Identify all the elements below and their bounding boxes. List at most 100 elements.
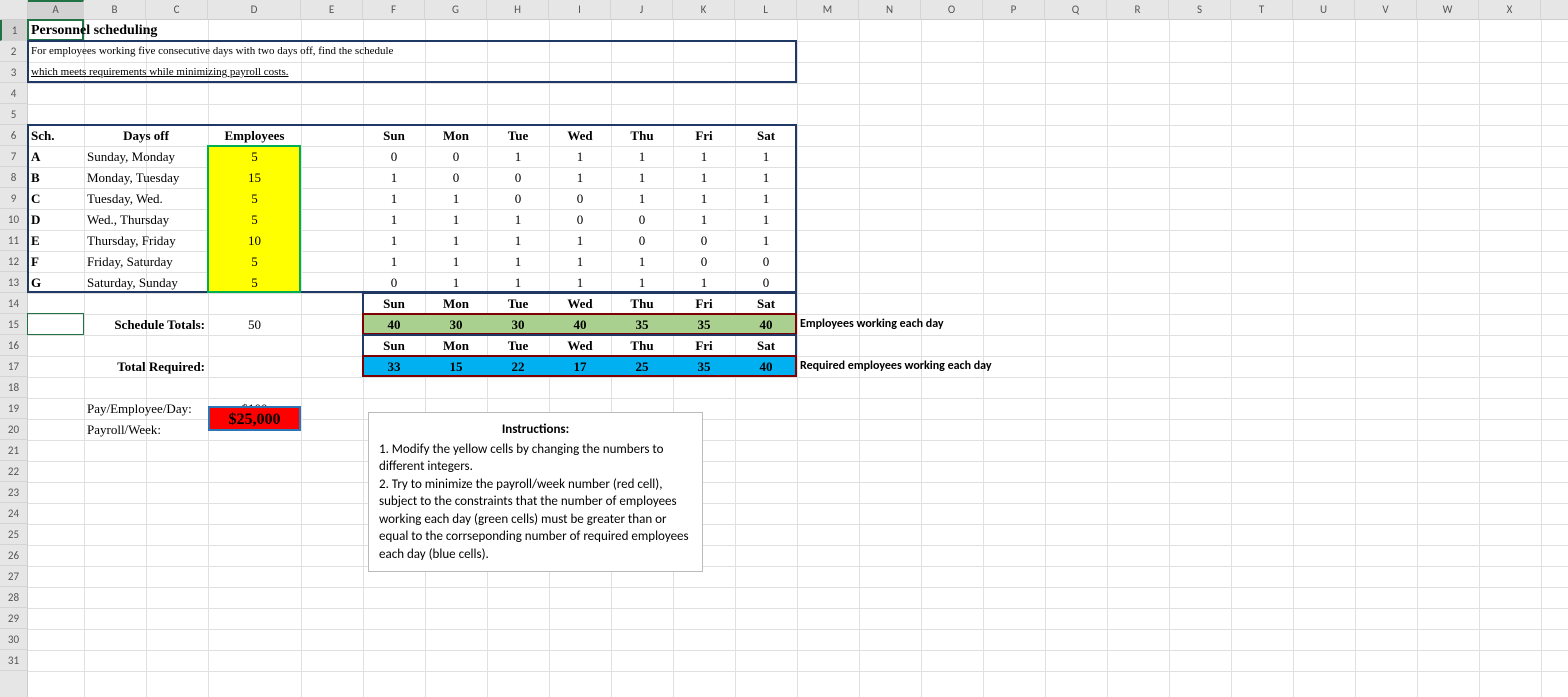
col-header-Q[interactable]: Q (1045, 0, 1107, 20)
req-0[interactable]: 33 (363, 356, 425, 377)
row-header-19[interactable]: 19 (0, 398, 27, 419)
val-C-2[interactable]: 0 (487, 188, 549, 209)
tot-5[interactable]: 35 (673, 314, 735, 335)
val-C-6[interactable]: 1 (735, 188, 797, 209)
val-G-1[interactable]: 1 (425, 272, 487, 293)
val-F-2[interactable]: 1 (487, 251, 549, 272)
sched-F[interactable]: F (28, 251, 84, 272)
row-header-26[interactable]: 26 (0, 545, 27, 566)
tot-hdr-Thu[interactable]: Thu (611, 293, 673, 314)
val-A-6[interactable]: 1 (735, 146, 797, 167)
tot-3[interactable]: 40 (549, 314, 611, 335)
col-header-W[interactable]: W (1417, 0, 1479, 20)
tot-2[interactable]: 30 (487, 314, 549, 335)
tot-hdr-Tue[interactable]: Tue (487, 293, 549, 314)
val-B-3[interactable]: 1 (549, 167, 611, 188)
col-header-A[interactable]: A (28, 0, 84, 20)
val-G-6[interactable]: 0 (735, 272, 797, 293)
pay-label[interactable]: Pay/Employee/Day: (84, 398, 208, 419)
col-header-V[interactable]: V (1355, 0, 1417, 20)
val-E-6[interactable]: 1 (735, 230, 797, 251)
val-B-2[interactable]: 0 (487, 167, 549, 188)
tot-hdr-Sat[interactable]: Sat (735, 293, 797, 314)
daysoff-C[interactable]: Tuesday, Wed. (84, 188, 208, 209)
desc-line-1[interactable]: For employees working five consecutive d… (28, 41, 628, 62)
hdr-day-Sat[interactable]: Sat (735, 125, 797, 146)
sched-A[interactable]: A (28, 146, 84, 167)
tot-hdr-Mon[interactable]: Mon (425, 293, 487, 314)
payroll-label[interactable]: Payroll/Week: (84, 419, 208, 440)
val-A-1[interactable]: 0 (425, 146, 487, 167)
col-header-C[interactable]: C (146, 0, 208, 20)
row-header-17[interactable]: 17 (0, 356, 27, 377)
val-A-4[interactable]: 1 (611, 146, 673, 167)
hdr-day-Thu[interactable]: Thu (611, 125, 673, 146)
emp-F[interactable]: 5 (208, 251, 301, 272)
row-header-1[interactable]: 1 (0, 20, 27, 41)
req-label[interactable]: Total Required: (84, 356, 208, 377)
req-4[interactable]: 25 (611, 356, 673, 377)
val-C-1[interactable]: 1 (425, 188, 487, 209)
val-D-1[interactable]: 1 (425, 209, 487, 230)
val-F-4[interactable]: 1 (611, 251, 673, 272)
col-header-O[interactable]: O (921, 0, 983, 20)
emp-G[interactable]: 5 (208, 272, 301, 293)
col-header-N[interactable]: N (859, 0, 921, 20)
val-D-2[interactable]: 1 (487, 209, 549, 230)
sched-D[interactable]: D (28, 209, 84, 230)
emp-B[interactable]: 15 (208, 167, 301, 188)
col-header-M[interactable]: M (797, 0, 859, 20)
req-hdr-Tue[interactable]: Tue (487, 335, 549, 356)
req-hdr-Mon[interactable]: Mon (425, 335, 487, 356)
daysoff-F[interactable]: Friday, Saturday (84, 251, 208, 272)
val-D-0[interactable]: 1 (363, 209, 425, 230)
req-1[interactable]: 15 (425, 356, 487, 377)
req-hdr-Sat[interactable]: Sat (735, 335, 797, 356)
val-B-4[interactable]: 1 (611, 167, 673, 188)
val-G-5[interactable]: 1 (673, 272, 735, 293)
emp-C[interactable]: 5 (208, 188, 301, 209)
row-header-3[interactable]: 3 (0, 62, 27, 83)
emp-A[interactable]: 5 (208, 146, 301, 167)
col-header-D[interactable]: D (208, 0, 301, 20)
row-header-29[interactable]: 29 (0, 608, 27, 629)
row-header-23[interactable]: 23 (0, 482, 27, 503)
req-6[interactable]: 40 (735, 356, 797, 377)
daysoff-E[interactable]: Thursday, Friday (84, 230, 208, 251)
row-header-21[interactable]: 21 (0, 440, 27, 461)
row-header-14[interactable]: 14 (0, 293, 27, 314)
tot-4[interactable]: 35 (611, 314, 673, 335)
row-header-11[interactable]: 11 (0, 230, 27, 251)
val-E-2[interactable]: 1 (487, 230, 549, 251)
row-header-30[interactable]: 30 (0, 629, 27, 650)
val-F-3[interactable]: 1 (549, 251, 611, 272)
val-D-6[interactable]: 1 (735, 209, 797, 230)
val-F-0[interactable]: 1 (363, 251, 425, 272)
col-header-G[interactable]: G (425, 0, 487, 20)
row-header-6[interactable]: 6 (0, 125, 27, 146)
payroll-val[interactable]: $25,000 (208, 406, 301, 431)
hdr-day-Mon[interactable]: Mon (425, 125, 487, 146)
daysoff-A[interactable]: Sunday, Monday (84, 146, 208, 167)
val-E-0[interactable]: 1 (363, 230, 425, 251)
tot-0[interactable]: 40 (363, 314, 425, 335)
val-E-1[interactable]: 1 (425, 230, 487, 251)
req-hdr-Wed[interactable]: Wed (549, 335, 611, 356)
val-D-3[interactable]: 0 (549, 209, 611, 230)
col-header-F[interactable]: F (363, 0, 425, 20)
val-C-4[interactable]: 1 (611, 188, 673, 209)
col-header-K[interactable]: K (673, 0, 735, 20)
val-C-3[interactable]: 0 (549, 188, 611, 209)
row-header-13[interactable]: 13 (0, 272, 27, 293)
val-E-4[interactable]: 0 (611, 230, 673, 251)
row-header-7[interactable]: 7 (0, 146, 27, 167)
val-A-5[interactable]: 1 (673, 146, 735, 167)
col-header-U[interactable]: U (1293, 0, 1355, 20)
sched-tot-val[interactable]: 50 (208, 314, 301, 335)
row-header-10[interactable]: 10 (0, 209, 27, 230)
hdr-day-Fri[interactable]: Fri (673, 125, 735, 146)
col-header-R[interactable]: R (1107, 0, 1169, 20)
sched-E[interactable]: E (28, 230, 84, 251)
row-header-5[interactable]: 5 (0, 104, 27, 125)
row-header-4[interactable]: 4 (0, 83, 27, 104)
